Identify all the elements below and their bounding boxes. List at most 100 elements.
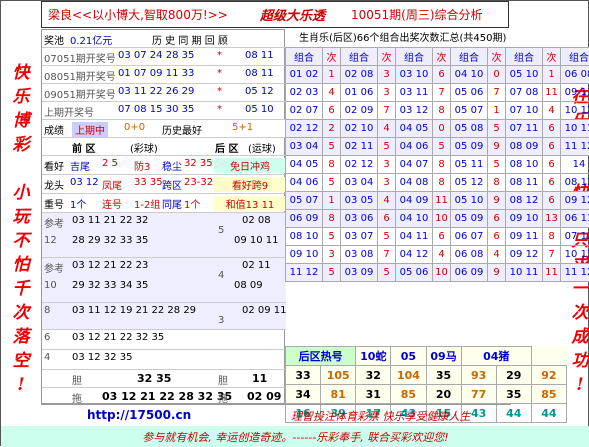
grid-combo: 07 11 bbox=[506, 120, 543, 138]
reference-line2: 29 32 33 34 35 bbox=[72, 280, 148, 291]
history-label: 上期开奖号 bbox=[44, 104, 94, 119]
grid-count: 5 bbox=[378, 264, 396, 282]
result-label: 成绩 bbox=[44, 122, 64, 137]
grid-count: 8 bbox=[433, 174, 451, 192]
grid-header: 组合 bbox=[561, 48, 589, 66]
history-label: 08051期开奖号 bbox=[44, 68, 116, 83]
history-star: * bbox=[217, 68, 222, 79]
extra-row: 603 12 21 22 32 35 bbox=[42, 330, 286, 350]
grid-combo: 11 12 bbox=[561, 138, 589, 156]
grid-combo: 14 bbox=[561, 156, 589, 174]
left-panel: 奖池 0.21亿元 历 史 同 期 回 顾 07051期开奖号03 07 24 … bbox=[41, 29, 285, 404]
front-sub: (彩球) bbox=[130, 140, 158, 155]
grid-combo: 09 12 bbox=[506, 246, 543, 264]
hint-label: 龙头 bbox=[44, 177, 64, 192]
right_slogan-char: 功 bbox=[567, 349, 589, 373]
grid-combo: 06 08 bbox=[451, 246, 488, 264]
grid-combo: 06 08 bbox=[561, 66, 589, 84]
grid-count: 5 bbox=[433, 138, 451, 156]
grid-count: 6 bbox=[378, 210, 396, 228]
grid-combo: 05 08 bbox=[451, 120, 488, 138]
grid-count: 10 bbox=[433, 264, 451, 282]
grid-combo: 04 10 bbox=[451, 66, 488, 84]
grid-count: 1 bbox=[323, 66, 341, 84]
left_slogan-char: 快 bbox=[8, 61, 34, 85]
grid-combo: 04 11 bbox=[396, 228, 433, 246]
grid-header: 组合 bbox=[451, 48, 488, 66]
hot-label: 10蛇 bbox=[356, 347, 391, 366]
grid-count: 4 bbox=[433, 246, 451, 264]
left-slogan: 快乐博彩 小玩不怕千次落空! bbox=[8, 61, 34, 397]
grid-count: 4 bbox=[488, 246, 506, 264]
hot-row: 331053210435932992 bbox=[286, 366, 567, 385]
hot-value: 20 bbox=[426, 385, 461, 404]
grid-count: 8 bbox=[433, 102, 451, 120]
left_slogan-char: 彩 bbox=[8, 133, 34, 157]
grid-header: 组合 bbox=[506, 48, 543, 66]
grid-combo: 03 10 bbox=[396, 66, 433, 84]
grid-count: 0 bbox=[488, 66, 506, 84]
history-back: 05 10 bbox=[245, 104, 274, 115]
hint-av: 2 5 bbox=[102, 158, 118, 169]
grid-combo: 02 08 bbox=[341, 66, 378, 84]
hot-row: 3481318520773585 bbox=[286, 385, 567, 404]
grid-combo: 02 12 bbox=[286, 120, 323, 138]
left_slogan-char: 博 bbox=[8, 109, 34, 133]
hot-value: 85 bbox=[391, 385, 426, 404]
grid-combo: 09 11 bbox=[561, 84, 589, 102]
grid-header: 组合 bbox=[286, 48, 323, 66]
back-title: 后 区 bbox=[215, 140, 238, 155]
hint-b: 防3 bbox=[134, 158, 150, 173]
hint-b: 1-2组 bbox=[134, 196, 160, 211]
history-label: 07051期开奖号 bbox=[44, 50, 116, 65]
left_slogan-char: 次 bbox=[8, 301, 34, 325]
grid-count: 9 bbox=[488, 264, 506, 282]
grid-count: 3 bbox=[378, 66, 396, 84]
extra-count: 4 bbox=[44, 352, 50, 363]
extra-values: 03 12 21 22 32 35 bbox=[72, 332, 164, 343]
hot-label: 04猪 bbox=[461, 347, 531, 366]
jackpot-row: 奖池 0.21亿元 历 史 同 期 回 顾 bbox=[42, 30, 286, 48]
hint-a: 吉尾 bbox=[70, 158, 90, 173]
grid-header: 组合 bbox=[341, 48, 378, 66]
grid-count: 10 bbox=[433, 210, 451, 228]
back-sub: (运球) bbox=[248, 140, 276, 155]
hot-value: 93 bbox=[461, 366, 496, 385]
reference-block: 参考1203 11 21 22 3228 29 32 33 35502 0809… bbox=[42, 213, 286, 258]
hint-bv: 跨区 bbox=[162, 177, 182, 192]
grid-count: 6 bbox=[543, 156, 561, 174]
history-row: 07051期开奖号03 07 24 28 35*08 11 bbox=[42, 48, 286, 66]
grid-combo: 04 07 bbox=[396, 156, 433, 174]
combination-table: 组合次组合次组合次组合次组合次组合次01 02102 08303 10604 1… bbox=[285, 47, 589, 282]
reference-tag: 参考 bbox=[44, 260, 64, 275]
grid-row: 06 09803 06604 101005 09609 101306 118 bbox=[286, 210, 589, 228]
left_slogan-char: 落 bbox=[8, 325, 34, 349]
hot-value: 32 bbox=[356, 366, 391, 385]
grid-count: 5 bbox=[323, 174, 341, 192]
grid-header: 次 bbox=[543, 48, 561, 66]
history-back: 08 11 bbox=[245, 68, 274, 79]
front-title: 前 区 bbox=[72, 140, 95, 155]
grid-combo: 05 07 bbox=[451, 102, 488, 120]
history-row: 08051期开奖号01 07 09 11 33*08 11 bbox=[42, 66, 286, 84]
bottom-banner: 参与就有机会, 幸运创造奇迹。------乐彩奉手, 联合买彩欢迎您! bbox=[1, 426, 589, 447]
grid-title: 生肖乐(后区)66个组合出奖次数汇总(共450期) bbox=[285, 29, 567, 47]
grid-row: 02 03401 06303 11705 06707 081109 1110 bbox=[286, 84, 589, 102]
grid-combo: 05 11 bbox=[451, 156, 488, 174]
hint-a: 1个 bbox=[70, 196, 86, 211]
grid-count: 6 bbox=[488, 228, 506, 246]
grid-count: 3 bbox=[378, 156, 396, 174]
right_slogan-char: 次 bbox=[567, 301, 589, 325]
grid-combo: 03 04 bbox=[341, 174, 378, 192]
grid-count: 8 bbox=[323, 210, 341, 228]
history-star: * bbox=[217, 50, 222, 61]
grid-count: 11 bbox=[433, 192, 451, 210]
grid-count: 4 bbox=[378, 120, 396, 138]
grid-count: 9 bbox=[488, 192, 506, 210]
reference-line1: 03 11 12 19 21 22 28 29 bbox=[72, 305, 196, 316]
left_slogan-char: ! bbox=[8, 373, 34, 397]
grid-combo: 11 12 bbox=[561, 264, 589, 282]
grid-combo: 06 09 bbox=[286, 210, 323, 228]
footer-url[interactable]: http://17500.cn bbox=[87, 408, 191, 422]
grid-header: 次 bbox=[488, 48, 506, 66]
